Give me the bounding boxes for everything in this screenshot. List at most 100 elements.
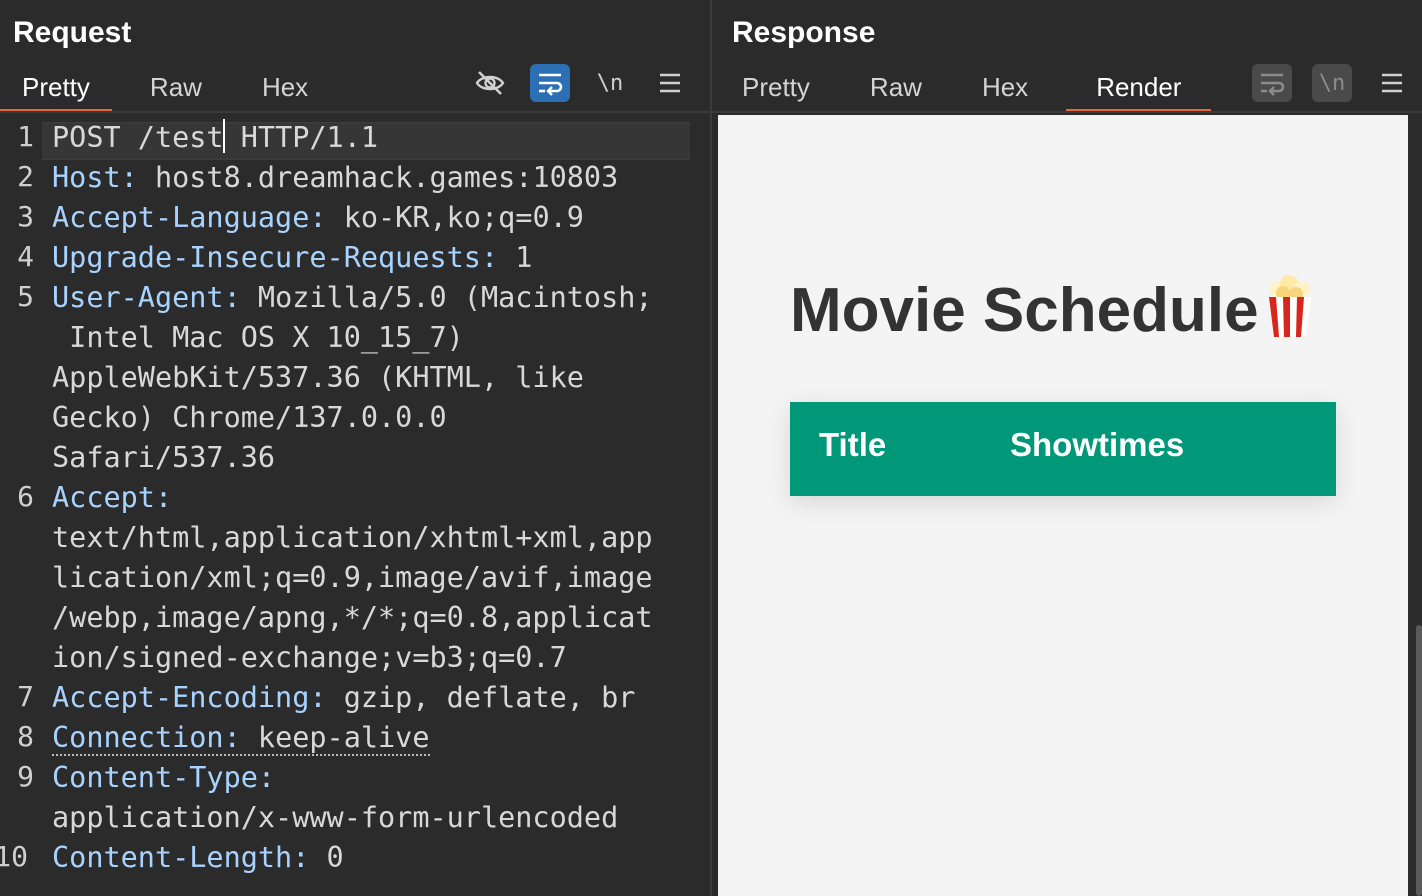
request-line-start: POST /test (52, 121, 224, 154)
hide-nonprintable-button[interactable] (470, 64, 510, 102)
request-toolbar: \n (450, 63, 690, 103)
header-value: Intel Mac OS X 10_15_7) (52, 321, 464, 354)
heading-text: Movie Schedule (790, 276, 1259, 345)
header-text: Intel Mac OS X 10_15_7) (52, 321, 464, 354)
hamburger-menu-icon (1380, 72, 1404, 94)
request-menu-button[interactable] (650, 64, 690, 102)
response-panel: Response Pretty Raw Hex Render \n Movie … (712, 0, 1422, 896)
line-number: 5 (17, 280, 34, 313)
header-text: Accept-Language: ko-KR,ko;q=0.9 (52, 201, 584, 234)
code-row: AppleWebKit/537.36 (KHTML, like (52, 358, 692, 398)
tab-hex[interactable]: Hex (240, 62, 330, 112)
newline-label: \n (1318, 70, 1346, 96)
line-number: 9 (17, 760, 34, 793)
code-row: Accept-Encoding: gzip, deflate, br (52, 678, 692, 718)
tab-raw[interactable]: Raw (848, 62, 944, 112)
line-number: 8 (17, 720, 34, 753)
header-value: gzip, deflate, br (326, 681, 636, 714)
tab-pretty[interactable]: Pretty (0, 62, 112, 112)
code-row: Host: host8.dreamhack.games:10803 (52, 158, 692, 198)
header-value: Safari/537.36 (52, 441, 276, 474)
spellcheck-underline: Connection: keep-alive (52, 721, 430, 756)
header-text: Content-Type: (52, 761, 275, 794)
header-value: AppleWebKit/537.36 (KHTML, like (52, 361, 584, 394)
code-row: Content-Length: 0 (52, 838, 692, 878)
header-value: 0 (309, 841, 344, 874)
code-row: lication/xml;q=0.9,image/avif,image (52, 558, 692, 598)
code-row: POST /test HTTP/1.1 (52, 118, 692, 158)
column-title: Title (819, 426, 887, 463)
code-row: /webp,image/apng,*/*;q=0.8,applicat (52, 598, 692, 638)
header-value: 1 (498, 241, 533, 274)
show-newlines-button[interactable]: \n (590, 64, 630, 102)
response-title: Response (732, 16, 876, 49)
header-text: Accept-Encoding: gzip, deflate, br (52, 681, 635, 714)
code-row: Accept-Language: ko-KR,ko;q=0.9 (52, 198, 692, 238)
header-name: Accept: (52, 481, 173, 514)
header-value: text/html,application/xhtml+xml,app (52, 521, 653, 554)
scrollbar-thumb[interactable] (1416, 625, 1422, 896)
tabs-divider (712, 111, 1422, 113)
header-value: /webp,image/apng,*/*;q=0.8,applicat (52, 601, 653, 634)
header-name: Connection: (52, 721, 241, 754)
column-showtimes: Showtimes (1010, 426, 1185, 463)
header-text: ion/signed-exchange;v=b3;q=0.7 (52, 641, 567, 674)
code-row: application/x-www-form-urlencoded (52, 798, 692, 838)
header-text: /webp,image/apng,*/*;q=0.8,applicat (52, 601, 653, 634)
header-value: Mozilla/5.0 (Macintosh; (240, 281, 653, 314)
request-tabs: Pretty Raw Hex (0, 62, 330, 112)
response-menu-button[interactable] (1372, 64, 1412, 102)
word-wrap-button[interactable] (1252, 64, 1292, 102)
header-text: Gecko) Chrome/137.0.0.0 (52, 401, 447, 434)
header-value: keep-alive (240, 721, 430, 754)
code-row: User-Agent: Mozilla/5.0 (Macintosh; (52, 278, 692, 318)
code-row: Upgrade-Insecure-Requests: 1 (52, 238, 692, 278)
header-text: User-Agent: Mozilla/5.0 (Macintosh; (52, 281, 653, 314)
header-text: Host: host8.dreamhack.games:10803 (52, 161, 618, 194)
header-name: User-Agent: (52, 281, 241, 314)
header-value: host8.dreamhack.games:10803 (137, 161, 619, 194)
header-text: lication/xml;q=0.9,image/avif,image (52, 561, 653, 594)
request-panel: Request Pretty Raw Hex \n 1 2 3 4 5 6 7 8 9 10 P (0, 0, 710, 896)
header-value: Gecko) Chrome/137.0.0.0 (52, 401, 447, 434)
tab-pretty[interactable]: Pretty (720, 62, 832, 112)
word-wrap-icon (1258, 70, 1286, 96)
header-text: Upgrade-Insecure-Requests: 1 (52, 241, 532, 274)
code-row: Gecko) Chrome/137.0.0.0 (52, 398, 692, 438)
show-newlines-button[interactable]: \n (1312, 64, 1352, 102)
code-row: Intel Mac OS X 10_15_7) (52, 318, 692, 358)
header-value: application/x-www-form-urlencoded (52, 801, 619, 834)
eye-slash-icon (474, 69, 506, 97)
line-number: 1 (17, 120, 34, 153)
code-row: ion/signed-exchange;v=b3;q=0.7 (52, 638, 692, 678)
code-row: Content-Type: (52, 758, 692, 798)
header-name: Accept-Encoding: (52, 681, 327, 714)
header-text: Safari/537.36 (52, 441, 275, 474)
request-editor[interactable]: 1 2 3 4 5 6 7 8 9 10 POST /test HTTP/1.1 Host: hos… (0, 118, 710, 896)
header-name: Content-Type: (52, 761, 276, 794)
request-line-end: HTTP/1.1 (223, 121, 379, 154)
header-text: AppleWebKit/537.36 (KHTML, like (52, 361, 584, 394)
line-number: 6 (17, 480, 34, 513)
tab-hex[interactable]: Hex (960, 62, 1050, 112)
page-heading: Movie Schedule (790, 275, 1315, 354)
code-row: Safari/537.36 (52, 438, 692, 478)
line-number: 10 (0, 840, 28, 873)
header-text: Accept: (52, 481, 172, 514)
header-text: application/x-www-form-urlencoded (52, 801, 618, 834)
popcorn-icon (1265, 275, 1315, 354)
header-name: Upgrade-Insecure-Requests: (52, 241, 499, 274)
tab-render[interactable]: Render (1066, 62, 1212, 112)
code-row: Accept: (52, 478, 692, 518)
tab-raw[interactable]: Raw (128, 62, 224, 112)
line-number: 7 (17, 680, 34, 713)
newline-label: \n (596, 70, 624, 96)
header-value: ion/signed-exchange;v=b3;q=0.7 (52, 641, 567, 674)
request-code[interactable]: POST /test HTTP/1.1 Host: host8.dreamhack… (52, 118, 692, 878)
line-number: 4 (17, 240, 34, 273)
word-wrap-icon (536, 70, 564, 96)
code-row: Connection: keep-alive (52, 718, 692, 758)
word-wrap-button[interactable] (530, 64, 570, 102)
header-name: Content-Length: (52, 841, 310, 874)
header-value: ko-KR,ko;q=0.9 (326, 201, 584, 234)
